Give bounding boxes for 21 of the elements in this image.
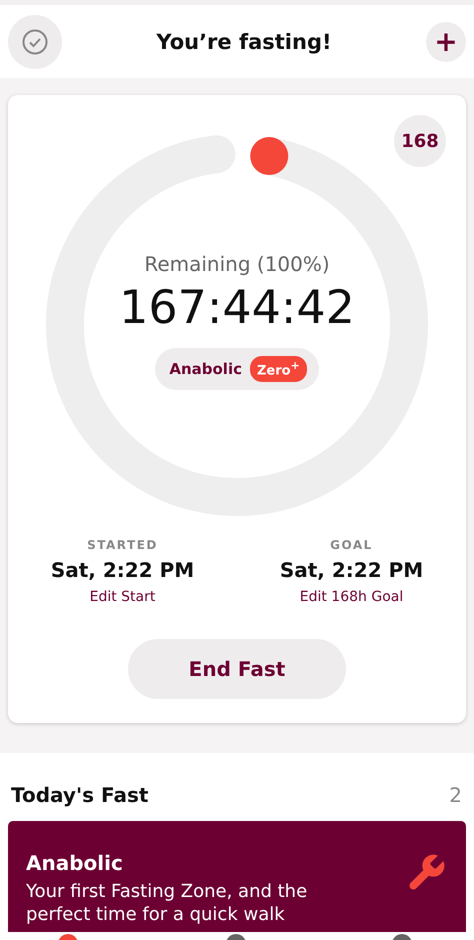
schedule-time: Sat, 2:22 PM xyxy=(50,558,194,582)
goal-badge: 168 xyxy=(394,115,446,167)
ring-marker xyxy=(250,137,288,176)
schedule-label: STARTED xyxy=(87,538,158,552)
edit-link[interactable]: Edit 168h Goal xyxy=(300,589,404,605)
page-title: You’re fasting! xyxy=(156,30,332,54)
zone-card[interactable]: Anabolic Your first Fasting Zone, and the perfect time for a quick walk xyxy=(8,821,466,932)
check-circle-icon xyxy=(22,28,48,54)
zone-name: Anabolic xyxy=(169,360,242,378)
remaining-caption: Remaining (100%) xyxy=(144,252,330,276)
zone-card-text: Your first Fasting Zone, and the perfect time for a quick walk xyxy=(26,881,308,926)
fast-count: 2 xyxy=(449,783,462,807)
edit-link[interactable]: Edit Start xyxy=(90,589,156,605)
section-title: Today's Fast xyxy=(11,783,148,807)
zone-tag: Zero$^{+}$ xyxy=(250,356,307,382)
add-button[interactable]: + xyxy=(426,22,466,62)
remaining-time: 167:44:42 xyxy=(119,280,355,334)
schedule-label: GOAL xyxy=(330,538,373,552)
schedule-time: Sat, 2:22 PM xyxy=(280,558,424,582)
zone-card-title: Anabolic xyxy=(26,851,124,875)
end-fast-button[interactable]: End Fast xyxy=(128,639,346,699)
